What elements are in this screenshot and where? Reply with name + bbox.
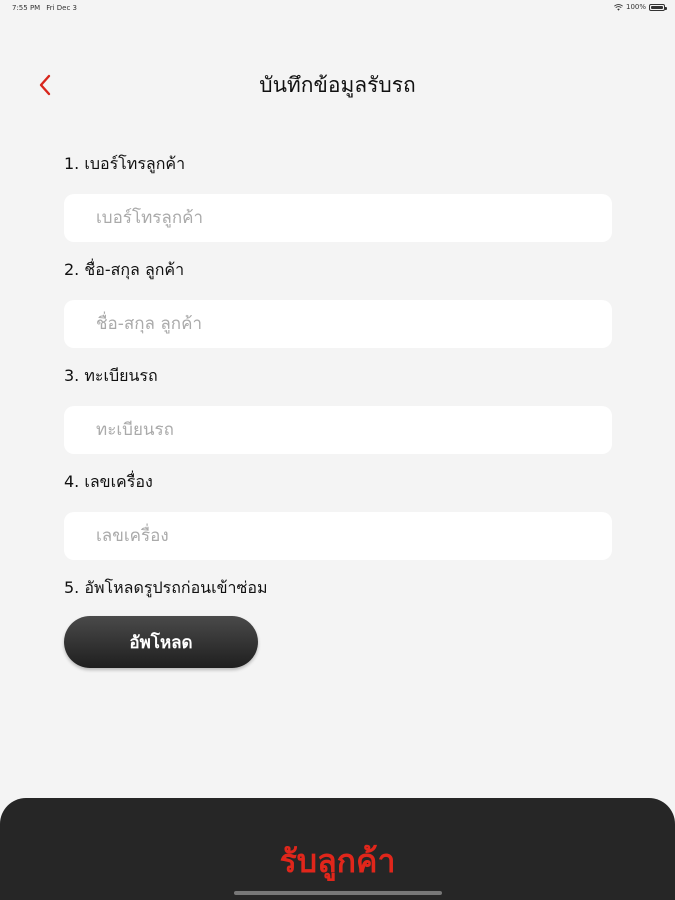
wifi-icon [614,3,623,11]
phone-label: 1. เบอร์โทรลูกค้า [64,154,186,173]
status-time: 7:55 PM [12,4,41,12]
home-indicator [234,891,442,895]
status-left: 7:55 PM Fri Dec 3 [12,4,77,12]
status-bar: 7:55 PM Fri Dec 3 100% [0,0,675,16]
page-title: บันทึกข้อมูลรับรถ [259,73,416,97]
screen: 7:55 PM Fri Dec 3 100% บันทึกข้อมูลรับรถ… [0,0,675,900]
license-plate-input[interactable] [64,406,612,454]
status-right: 100% [614,3,667,11]
bottom-bar: รับลูกค้า [0,798,675,900]
engine-number-input[interactable] [64,512,612,560]
receive-customer-button[interactable]: รับลูกค้า [280,836,396,887]
battery-percent: 100% [625,3,646,11]
upload-photo-label: 5. อัพโหลดรูปรถก่อนเข้าซ่อม [64,578,268,597]
customer-name-label: 2. ชื่อ-สกุล ลูกค้า [64,260,185,279]
vehicle-intake-form: 1. เบอร์โทรลูกค้า 2. ชื่อ-สกุล ลูกค้า 3.… [64,150,612,668]
license-plate-label: 3. ทะเบียนรถ [64,366,158,385]
customer-name-input[interactable] [64,300,612,348]
phone-input[interactable] [64,194,612,242]
status-date: Fri Dec 3 [46,4,78,12]
engine-number-label: 4. เลขเครื่อง [64,472,153,491]
battery-icon [649,3,667,11]
upload-button[interactable]: อัพโหลด [64,616,258,668]
